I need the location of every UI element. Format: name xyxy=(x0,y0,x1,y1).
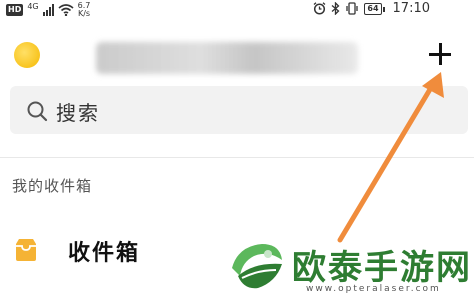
wifi-icon xyxy=(58,4,74,16)
battery-icon: 64 xyxy=(364,2,385,15)
network-speed-unit: K/s xyxy=(77,9,91,18)
watermark: 欧泰手游网 www.opteralaser.com xyxy=(220,232,474,300)
blurred-account-name xyxy=(96,42,358,74)
vibrate-icon xyxy=(346,2,359,15)
status-bar: HD 4G 6.7 K/s 64 17:10 xyxy=(0,0,474,20)
section-title: 我的收件箱 xyxy=(12,177,93,195)
bluetooth-icon xyxy=(331,2,340,15)
divider xyxy=(0,157,474,158)
watermark-logo-icon xyxy=(229,239,283,293)
search-placeholder: 搜索 xyxy=(56,101,100,125)
search-bar[interactable]: 搜索 xyxy=(10,86,468,134)
signal-icon xyxy=(42,4,54,16)
inbox-label: 收件箱 xyxy=(68,241,141,266)
network-type: 4G xyxy=(27,1,39,11)
alarm-icon xyxy=(313,2,326,15)
avatar[interactable] xyxy=(14,42,40,68)
search-icon xyxy=(27,101,48,122)
network-speed: 6.7 K/s xyxy=(78,2,91,18)
status-time: 17:10 xyxy=(392,1,430,16)
watermark-title: 欧泰手游网 xyxy=(292,248,472,288)
hd-badge: HD xyxy=(6,4,24,16)
watermark-url: www.opteralaser.com xyxy=(306,284,441,294)
add-button[interactable] xyxy=(424,38,456,70)
inbox-tray-icon xyxy=(16,239,36,261)
